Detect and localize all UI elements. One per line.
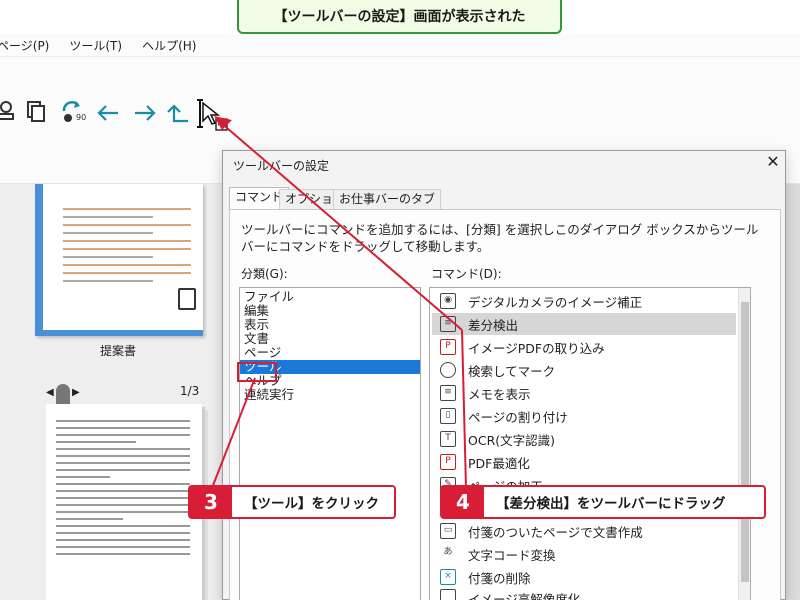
search-icon <box>440 362 456 378</box>
toolbar-settings-dialog: ツールバーの設定 ✕ コマンド オプション お仕事バーのタブ ツールバーにコマン… <box>222 150 786 600</box>
stamp-icon <box>56 384 70 406</box>
category-item[interactable]: 編集 <box>244 304 269 318</box>
copy-icon[interactable] <box>24 99 48 123</box>
stamp-icon[interactable] <box>0 99 18 123</box>
upscale-icon <box>440 589 456 600</box>
right-pane <box>786 184 800 600</box>
category-item[interactable]: 表示 <box>244 318 269 332</box>
thumbnail-label: 提案書 <box>100 344 137 358</box>
category-list[interactable]: ファイル 編集 表示 文書 ページ ツール ヘルプ 連続実行 <box>239 287 421 600</box>
command-label-text: PDF最適化 <box>468 455 530 471</box>
command-label-text: 付箋の削除 <box>468 570 531 586</box>
dialog-title: ツールバーの設定 <box>233 159 330 173</box>
arrow-up-icon[interactable] <box>166 103 190 127</box>
step-text: 【ツール】をクリック <box>244 496 379 512</box>
command-label-text: 差分検出 <box>468 317 519 333</box>
command-item[interactable]: あ 文字コード変換 <box>432 543 736 565</box>
command-item[interactable]: × 付箋の削除 <box>432 566 736 588</box>
instruction-text: ツールバーにコマンドを追加するには、[分類] を選択しこのダイアログ ボックスか… <box>241 222 759 254</box>
category-label: 分類(G): <box>241 267 288 281</box>
pdf-optimize-icon: P <box>440 454 456 470</box>
layout-icon: ▯ <box>440 408 456 424</box>
category-item[interactable]: ページ <box>244 346 281 360</box>
pdf-import-icon: P <box>440 339 456 355</box>
tab-work-bar[interactable]: お仕事バーのタブ <box>333 189 442 209</box>
arrow-left-icon[interactable] <box>96 103 120 127</box>
command-item[interactable]: ≡ メモを表示 <box>432 382 736 404</box>
banner-caption: 【ツールバーの設定】画面が表示された <box>237 0 562 34</box>
step-text: 【差分検出】をツールバーにドラッグ <box>496 496 726 512</box>
callout-step-3: 3 【ツール】をクリック <box>188 485 396 519</box>
command-label-text: メモを表示 <box>468 386 531 402</box>
command-list[interactable]: ◉ デジタルカメラのイメージ補正 ≡ 差分検出 P イメージPDFの取り込み 検索して… <box>429 287 751 600</box>
command-item[interactable]: ▯ ページの割り付け <box>432 405 736 427</box>
next-page-icon[interactable]: ▶ <box>72 387 80 398</box>
scroll-thumb[interactable] <box>741 302 749 582</box>
command-label-text: 検索してマーク <box>468 363 556 379</box>
arrow-right-icon[interactable] <box>133 103 157 127</box>
step-number: 4 <box>442 487 484 517</box>
tool-highlight-box <box>237 362 277 382</box>
compare-icon: ≡ <box>440 316 456 332</box>
camera-icon: ◉ <box>440 293 456 309</box>
command-label-text: イメージPDFの取り込み <box>468 340 605 356</box>
menu-page[interactable]: ページ(P) <box>0 37 49 54</box>
command-label-text: デジタルカメラのイメージ補正 <box>468 294 643 310</box>
step-number: 3 <box>190 487 232 517</box>
command-item[interactable]: ▭ 付箋のついたページで文書作成 <box>432 520 736 542</box>
command-item[interactable]: T OCR(文字認識) <box>432 428 736 450</box>
command-label-text: 文字コード変換 <box>468 547 556 563</box>
command-item[interactable]: 検索してマーク <box>432 359 736 381</box>
cursor-drag-icon <box>197 99 231 135</box>
char-code-icon: あ <box>443 547 453 557</box>
menu-bar: ページ(P) ツール(T) ヘルプ(H) <box>0 34 800 56</box>
command-item[interactable]: ◉ デジタルカメラのイメージ補正 <box>432 290 736 312</box>
category-item[interactable]: ファイル <box>244 290 294 304</box>
menu-tool[interactable]: ツール(T) <box>69 37 122 54</box>
note-delete-icon: × <box>440 569 456 585</box>
command-label: コマンド(D): <box>431 267 502 281</box>
command-item-diff[interactable]: ≡ 差分検出 <box>432 313 736 335</box>
scrollbar[interactable] <box>738 288 750 600</box>
page-counter: 1/3 <box>180 384 200 398</box>
command-item[interactable]: イメージ高解像度化 <box>432 589 736 600</box>
svg-text:90: 90 <box>76 113 86 122</box>
document-icon <box>178 288 196 310</box>
command-label-text: イメージ高解像度化 <box>468 592 581 600</box>
document-thumbnail[interactable] <box>46 404 202 600</box>
command-label-text: 付箋のついたページで文書作成 <box>468 524 643 540</box>
prev-page-icon[interactable]: ◀ <box>46 387 54 398</box>
memo-icon: ≡ <box>440 385 456 401</box>
category-item[interactable]: 文書 <box>244 332 269 346</box>
ocr-icon: T <box>440 431 456 447</box>
document-thumbnail[interactable] <box>35 184 203 336</box>
command-label-text: ページの割り付け <box>468 409 568 425</box>
command-item[interactable]: P イメージPDFの取り込み <box>432 336 736 358</box>
command-label-text: OCR(文字認識) <box>468 432 556 448</box>
sticky-note-icon: ▭ <box>440 523 456 539</box>
menu-help[interactable]: ヘルプ(H) <box>142 37 196 54</box>
close-icon[interactable]: ✕ <box>763 152 783 171</box>
rotate-90-icon[interactable]: 90 <box>60 99 86 123</box>
category-item[interactable]: 連続実行 <box>244 388 294 402</box>
callout-step-4: 4 【差分検出】をツールバーにドラッグ <box>440 485 766 519</box>
command-item[interactable]: P PDF最適化 <box>432 451 736 473</box>
